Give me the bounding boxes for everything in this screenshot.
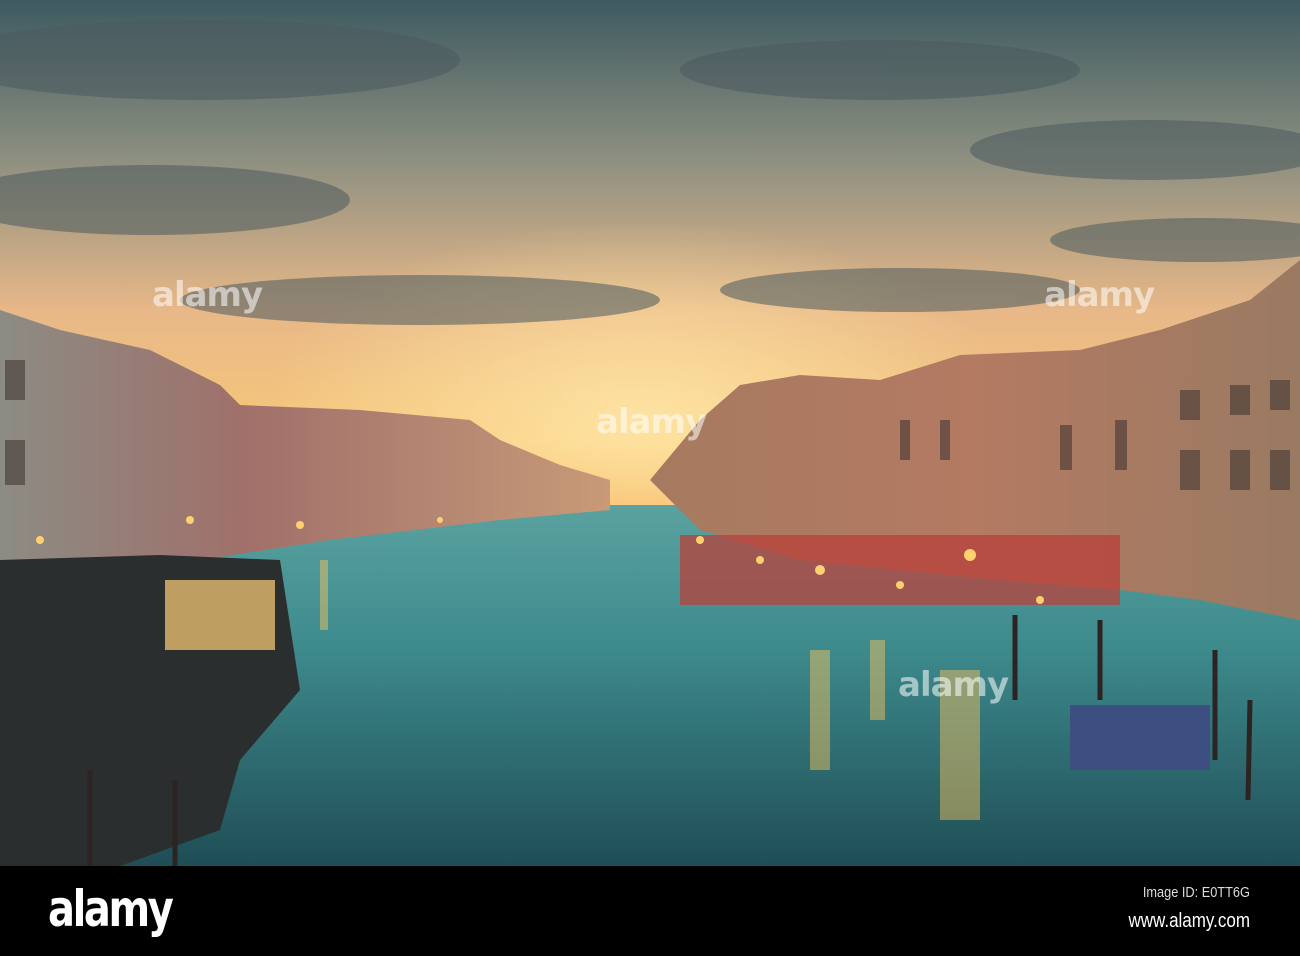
watermark: alamy (152, 275, 263, 315)
watermark: alamy (898, 665, 1009, 705)
site-url: www.alamy.com (1128, 910, 1250, 932)
image-id: Image ID: E0TT6G (1143, 884, 1250, 901)
right-pontoon (1070, 705, 1210, 770)
watermark: alamy (1044, 275, 1155, 315)
restaurant-awnings (680, 535, 1120, 605)
alamy-logo: alamy (48, 880, 174, 938)
footer-bar: alamy Image ID: E0TT6G www.alamy.com (0, 866, 1300, 956)
vaporetto-stop (165, 580, 275, 650)
watermark: alamy (596, 402, 707, 442)
